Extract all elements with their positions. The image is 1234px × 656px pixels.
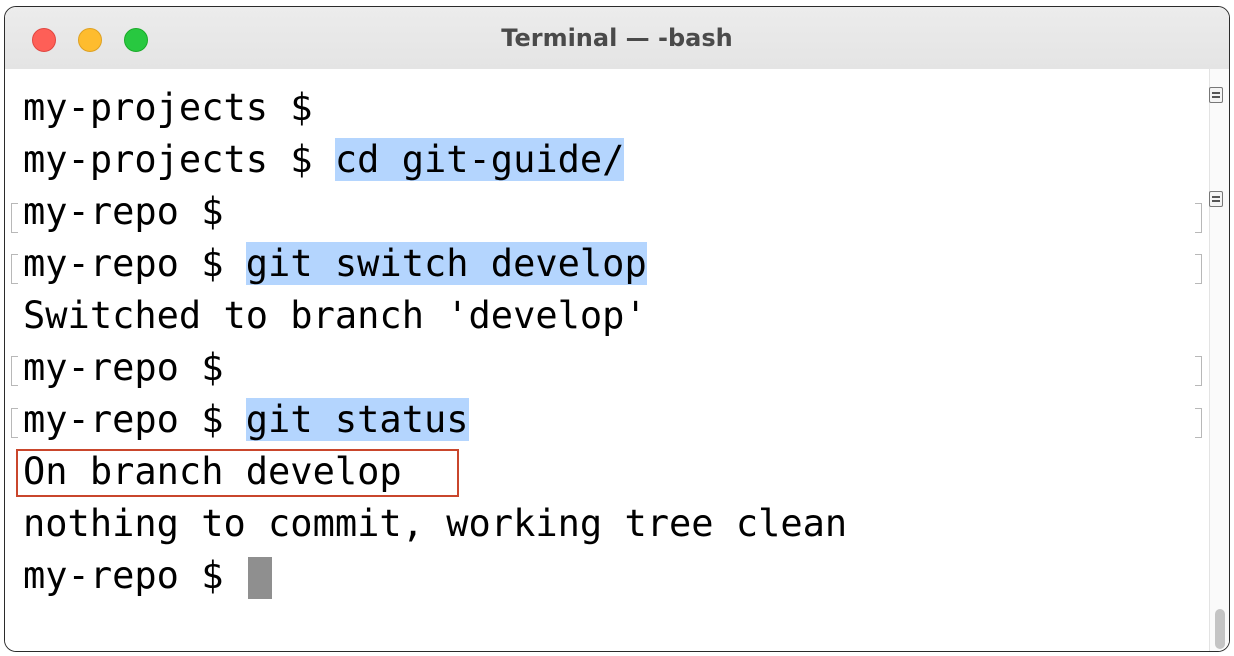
prompt: my-projects $: [23, 138, 335, 181]
terminal-content[interactable]: my-projects $ my-projects $ cd git-guide…: [5, 69, 1229, 651]
scrollbar-thumb[interactable]: [1215, 609, 1225, 649]
prompt: my-repo $: [23, 242, 246, 285]
mark-bracket-right: [1195, 203, 1202, 233]
terminal-line: my-repo $ git switch develop: [23, 238, 647, 290]
window-title: Terminal — -bash: [501, 24, 733, 52]
mark-bracket-left: [11, 203, 18, 233]
command: git switch develop: [245, 242, 647, 285]
terminal-output-line: Switched to branch 'develop': [23, 294, 647, 337]
terminal-line: my-repo $: [23, 550, 272, 602]
terminal-line: my-repo $: [23, 186, 246, 238]
text-cursor: [247, 556, 272, 599]
terminal-line: my-repo $ git status: [23, 394, 469, 446]
mark-bracket-right: [1195, 356, 1202, 386]
terminal-window: Terminal — -bash my-projects $ my-projec…: [4, 6, 1230, 652]
scrollbar-track[interactable]: [1209, 69, 1229, 651]
command: cd git-guide/: [334, 138, 625, 181]
terminal-line: my-projects $ cd git-guide/: [23, 134, 625, 186]
title-bar[interactable]: Terminal — -bash: [5, 7, 1229, 70]
command: git status: [245, 398, 469, 441]
mark-icon[interactable]: [1209, 87, 1223, 103]
terminal-line: my-projects $: [23, 82, 335, 134]
terminal-line: my-repo $: [23, 342, 246, 394]
mark-bracket-left: [11, 356, 18, 386]
prompt: my-projects $: [23, 86, 335, 129]
prompt: my-repo $: [23, 398, 246, 441]
mark-bracket-left: [11, 408, 18, 438]
mark-icon[interactable]: [1209, 191, 1223, 207]
prompt: my-repo $: [23, 190, 246, 233]
prompt: my-repo $: [23, 346, 246, 389]
mark-bracket-left: [11, 254, 18, 284]
terminal-output-line: nothing to commit, working tree clean: [23, 502, 848, 545]
mark-bracket-right: [1195, 408, 1202, 438]
mark-bracket-right: [1195, 254, 1202, 284]
prompt: my-repo $: [23, 554, 246, 597]
highlight-box: [16, 449, 459, 497]
